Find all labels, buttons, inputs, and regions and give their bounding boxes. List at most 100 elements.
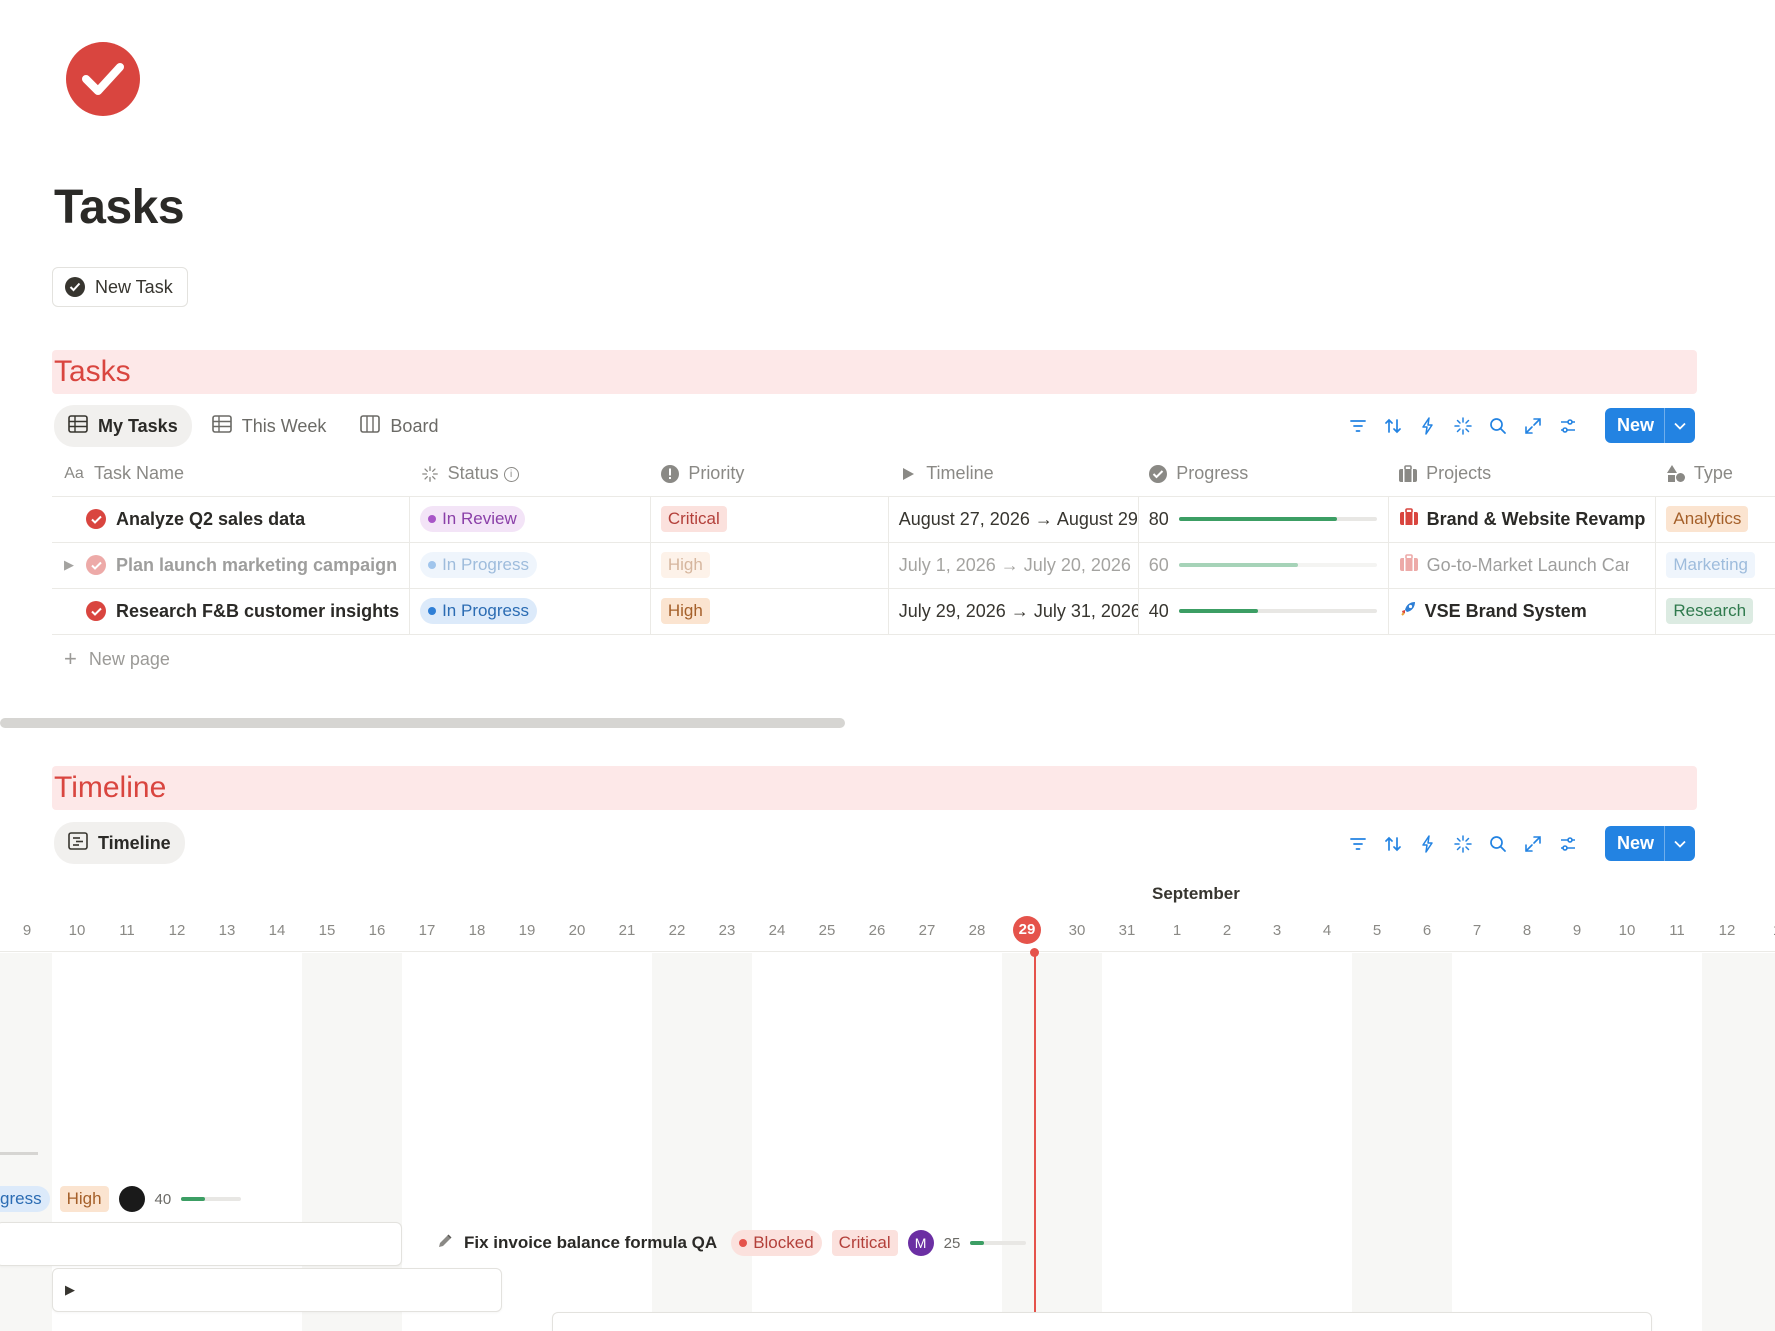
status-property-icon: [420, 464, 440, 484]
priority-tag[interactable]: High: [660, 552, 710, 578]
chevron-down-icon[interactable]: [1665, 408, 1695, 443]
task-name[interactable]: Plan launch marketing campaign: [116, 555, 397, 576]
filter-icon[interactable]: [1346, 413, 1371, 438]
new-button-label: New: [1605, 408, 1665, 443]
timeline-day: 14: [268, 922, 286, 939]
priority-tag[interactable]: High: [660, 598, 710, 624]
expand-icon[interactable]: [1521, 413, 1546, 438]
timeline-day: 24: [768, 922, 786, 939]
tab-my-tasks[interactable]: My Tasks: [54, 405, 192, 447]
tab-label: This Week: [241, 415, 327, 436]
timeline-day: 6: [1422, 922, 1432, 939]
column-type[interactable]: Type: [1655, 452, 1775, 497]
column-priority[interactable]: Priority: [650, 452, 889, 497]
task-name[interactable]: Analyze Q2 sales data: [116, 509, 305, 530]
expand-triangle-icon[interactable]: ▶: [62, 557, 76, 573]
item-title: Fix invoice balance formula QA: [464, 1233, 718, 1252]
timeline-day: 21: [618, 922, 636, 939]
chevron-down-icon[interactable]: [1665, 826, 1695, 861]
column-progress[interactable]: Progress: [1138, 452, 1389, 497]
status-badge[interactable]: In Progress: [420, 552, 538, 578]
tab-timeline[interactable]: Timeline: [54, 822, 185, 864]
automation-bolt-icon[interactable]: [1416, 413, 1441, 438]
project-link[interactable]: Brand & Website Revamp: [1399, 507, 1645, 531]
sparkle-icon[interactable]: [1451, 413, 1476, 438]
timeline-day: 27: [918, 922, 936, 939]
table-row[interactable]: Analyze Q2 sales data In Review Critical…: [52, 496, 1775, 543]
new-page-button[interactable]: + New page: [64, 646, 170, 672]
timeline-day: 9: [1572, 922, 1582, 939]
expand-triangle-icon[interactable]: ▶: [65, 1282, 75, 1298]
tasks-table: Aa Task Name Status i Priority Timeline P…: [52, 452, 1775, 635]
progress-value: 40: [1148, 600, 1169, 621]
horizontal-scrollbar[interactable]: [0, 718, 845, 728]
progress-cell[interactable]: 80: [1149, 509, 1378, 530]
tab-label: Timeline: [98, 832, 171, 853]
new-task-button[interactable]: New Task: [52, 267, 188, 307]
automation-bolt-icon[interactable]: [1416, 831, 1441, 856]
timeline-day: 22: [668, 922, 686, 939]
column-projects[interactable]: Projects: [1388, 452, 1656, 497]
project-link[interactable]: VSE Brand System: [1399, 600, 1646, 623]
progress-cell[interactable]: 60: [1149, 555, 1378, 576]
new-button-label: New: [1605, 826, 1665, 861]
priority-property-icon: [660, 464, 680, 484]
board-view-icon: [360, 414, 381, 438]
progress-value: 25: [943, 1234, 961, 1252]
timeline-item[interactable]: Fix invoice balance formula QA Blocked C…: [436, 1230, 1027, 1256]
briefcase-icon: [1399, 507, 1419, 531]
timeline-card[interactable]: ▶: [52, 1268, 502, 1312]
timeline-new-button[interactable]: New: [1604, 826, 1695, 861]
avatar: [118, 1186, 145, 1212]
timeline-cell[interactable]: July 29, 2026 → July 31, 2026: [888, 588, 1139, 635]
tasks-new-button[interactable]: New: [1604, 408, 1695, 443]
project-link[interactable]: Go-to-Market Launch Campaign: [1399, 553, 1629, 577]
timeline-item[interactable]: gress High 40: [0, 1186, 242, 1212]
timeline-cell[interactable]: July 1, 2026 → July 20, 2026: [888, 542, 1139, 589]
table-row[interactable]: Research F&B customer insights In Progre…: [52, 588, 1775, 635]
timeline-day: 20: [568, 922, 586, 939]
timeline-day: 26: [868, 922, 886, 939]
timeline-day: 30: [1068, 922, 1086, 939]
filter-icon[interactable]: [1346, 831, 1371, 856]
tab-board[interactable]: Board: [346, 405, 452, 447]
progress-bar: [1178, 609, 1377, 613]
timeline-day: 13: [218, 922, 236, 939]
timeline-card[interactable]: [0, 1222, 402, 1266]
timeline-day: 28: [968, 922, 986, 939]
table-view-icon: [68, 414, 88, 438]
tasks-view-tabs: My Tasks This Week Board: [54, 405, 452, 447]
column-timeline[interactable]: Timeline: [888, 452, 1139, 497]
task-name[interactable]: Research F&B customer insights: [116, 601, 399, 622]
settings-sliders-icon[interactable]: [1556, 831, 1581, 856]
settings-sliders-icon[interactable]: [1556, 413, 1581, 438]
progress-value: 60: [1148, 554, 1169, 575]
sparkle-icon[interactable]: [1451, 831, 1476, 856]
timeline-day: 16: [368, 922, 386, 939]
search-icon[interactable]: [1486, 413, 1511, 438]
timeline-card[interactable]: [552, 1312, 1652, 1331]
status-badge[interactable]: In Progress: [420, 598, 538, 624]
timeline-cell[interactable]: August 27, 2026 → August 29, 2026: [888, 496, 1139, 543]
type-tag[interactable]: Marketing: [1666, 552, 1756, 578]
timeline-day: 8: [1522, 922, 1532, 939]
task-check-icon: [86, 509, 106, 529]
tasks-section-heading: Tasks: [52, 350, 1697, 394]
table-row[interactable]: ▶ Plan launch marketing campaign In Prog…: [52, 542, 1775, 589]
status-badge[interactable]: In Review: [420, 506, 525, 532]
sort-icon[interactable]: [1381, 831, 1406, 856]
info-icon[interactable]: i: [503, 466, 519, 482]
expand-icon[interactable]: [1521, 831, 1546, 856]
type-tag[interactable]: Research: [1666, 598, 1754, 624]
search-icon[interactable]: [1486, 831, 1511, 856]
progress-cell[interactable]: 40: [1149, 601, 1378, 622]
timeline-view-tabs: Timeline: [54, 822, 185, 864]
sort-icon[interactable]: [1381, 413, 1406, 438]
column-task-name[interactable]: Aa Task Name: [52, 452, 410, 497]
page-check-icon: [66, 42, 140, 116]
column-status[interactable]: Status i: [409, 452, 651, 497]
priority-tag[interactable]: Critical: [660, 506, 727, 532]
progress-value: 80: [1148, 508, 1169, 529]
tab-this-week[interactable]: This Week: [198, 405, 341, 447]
type-tag[interactable]: Analytics: [1666, 506, 1749, 532]
